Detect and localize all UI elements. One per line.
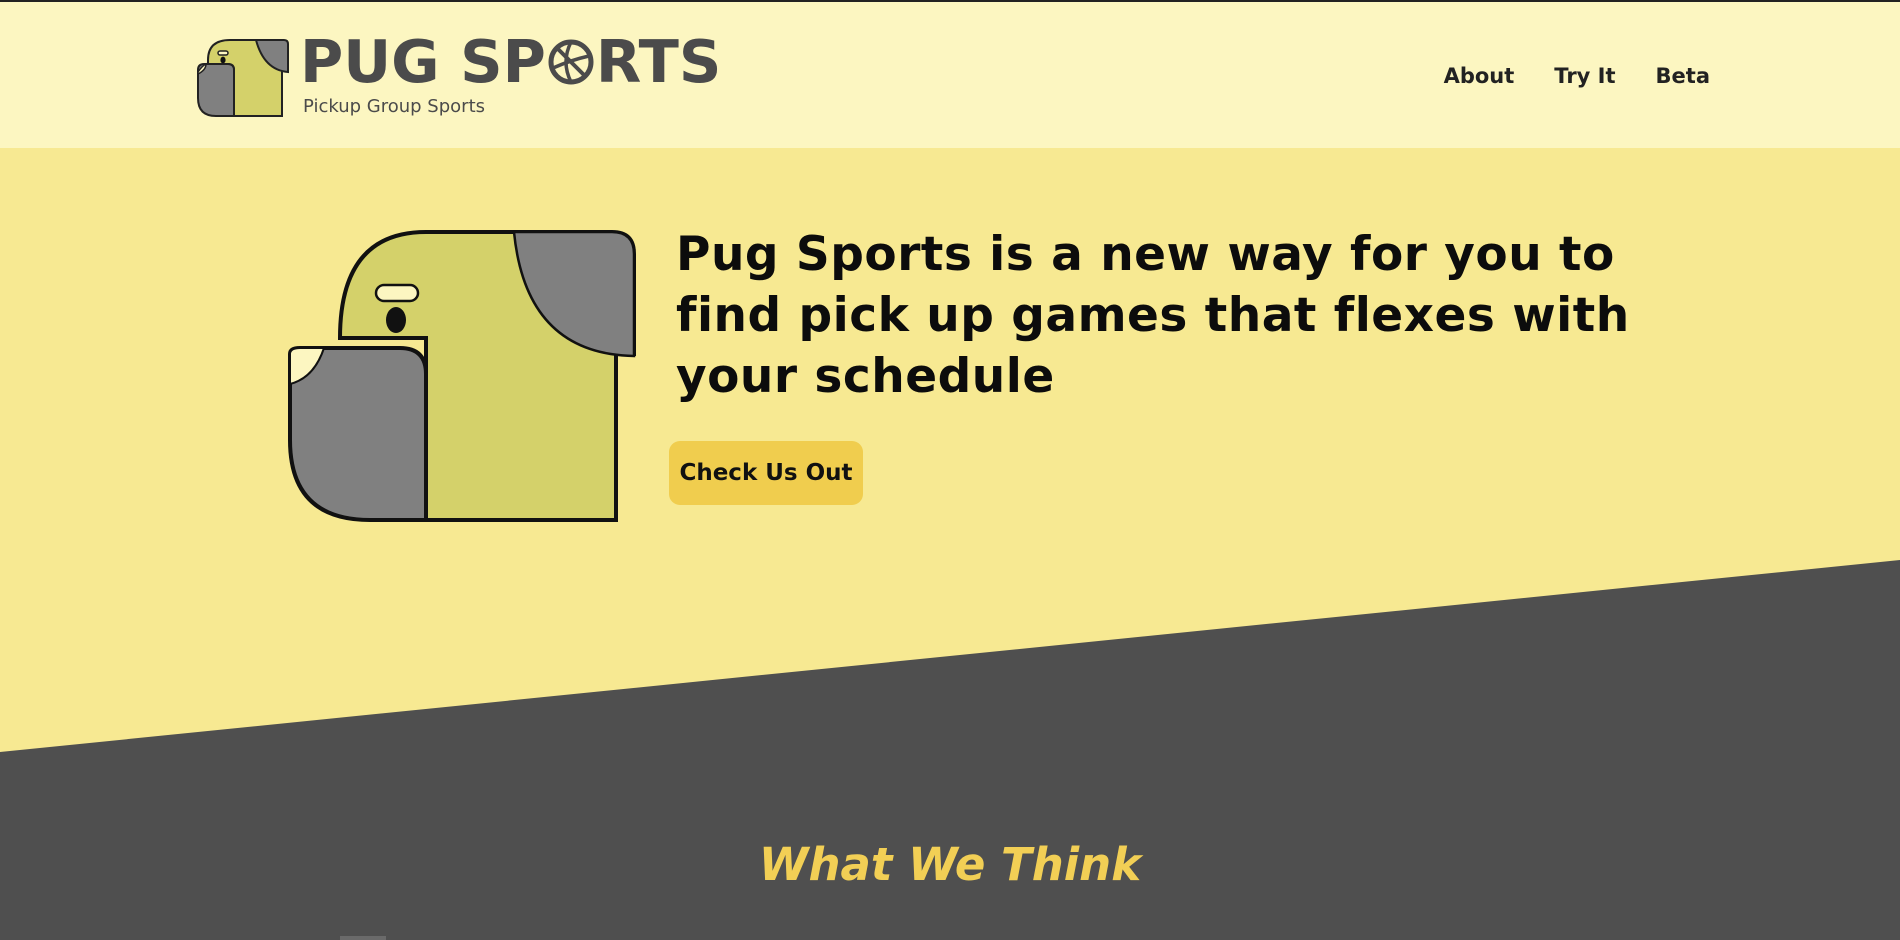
brand-title-part-1: PUG SP: [300, 27, 546, 96]
check-us-out-button[interactable]: Check Us Out: [669, 441, 863, 505]
what-we-think-heading: What We Think: [758, 838, 1142, 891]
basketball-icon: [548, 39, 594, 85]
main-nav: About Try It Beta: [1444, 64, 1710, 88]
nav-link-beta[interactable]: Beta: [1656, 64, 1710, 88]
nav-link-about[interactable]: About: [1444, 64, 1515, 88]
pug-mascot-icon: [288, 230, 636, 522]
brand-logo-link[interactable]: PUG SP RTS Pickup Group Sports: [194, 27, 721, 122]
brand-subtitle: Pickup Group Sports: [303, 96, 486, 117]
brand-title: PUG SP RTS: [300, 26, 721, 98]
brand-title-part-2: RTS: [595, 27, 722, 96]
site-header: PUG SP RTS Pickup Group Sports About Try …: [0, 0, 1900, 148]
section-indicator: [340, 936, 386, 940]
pug-logo-icon: [197, 39, 289, 117]
nav-link-try-it[interactable]: Try It: [1554, 64, 1615, 88]
hero-heading: Pug Sports is a new way for you to find …: [676, 227, 1630, 404]
